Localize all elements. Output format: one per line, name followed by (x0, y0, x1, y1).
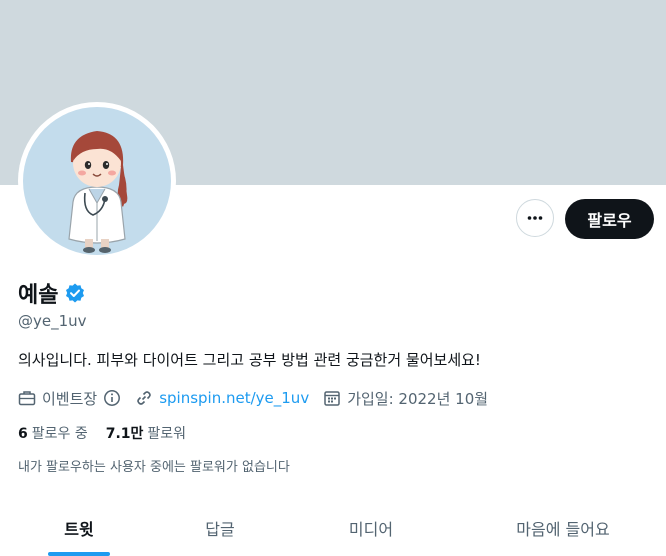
website-link[interactable]: spinspin.net/ye_1uv (159, 389, 309, 407)
briefcase-icon (18, 391, 36, 406)
doctor-avatar-illustration (68, 131, 128, 253)
tab-label: 마음에 들어요 (516, 520, 610, 539)
calendar-icon (324, 391, 340, 406)
more-options-button[interactable] (516, 199, 554, 237)
followed-by-note: 내가 팔로우하는 사용자 중에는 팔로워가 없습니다 (18, 460, 290, 475)
profile-name-row: 예솔 (18, 277, 86, 309)
active-tab-indicator (48, 552, 110, 556)
verified-badge-icon[interactable] (64, 282, 86, 304)
followers-label: 팔로워 (147, 426, 187, 442)
profile-meta: 이벤트장 spinspin.net/ye_1uv 가입일: 2022년 10월 (18, 386, 502, 410)
following-label: 팔로우 중 (31, 426, 88, 442)
profile-name: 예솔 (18, 283, 59, 308)
following-count: 6 (18, 426, 28, 442)
info-icon[interactable] (103, 389, 121, 407)
avatar[interactable] (18, 102, 176, 260)
profile-handle: @ye_1uv (18, 312, 87, 330)
tab-tweets[interactable]: 트윗 (0, 500, 158, 556)
profile-bio: 의사입니다. 피부와 다이어트 그리고 공부 방법 관련 궁금한거 물어보세요! (18, 351, 481, 369)
followers-count: 7.1만 (105, 426, 144, 442)
joined-label: 가입일: 2022년 10월 (347, 389, 489, 408)
category-label: 이벤트장 (42, 389, 98, 408)
tab-label: 답글 (205, 520, 235, 539)
following-link[interactable]: 6 팔로우 중 (18, 423, 88, 443)
category-item: 이벤트장 (18, 388, 121, 409)
joined-item: 가입일: 2022년 10월 (323, 388, 488, 409)
link-icon (137, 391, 151, 405)
tab-likes[interactable]: 마음에 들어요 (460, 500, 666, 556)
tab-label: 트윗 (64, 520, 94, 539)
tab-label: 미디어 (348, 520, 394, 539)
tab-replies[interactable]: 답글 (158, 500, 282, 556)
followers-link[interactable]: 7.1만 팔로워 (106, 423, 186, 443)
website-item: spinspin.net/ye_1uv (135, 389, 309, 407)
more-icon (527, 216, 543, 220)
follow-button[interactable]: 팔로우 (565, 199, 654, 239)
profile-tabs: 트윗 답글 미디어 마음에 들어요 (0, 500, 666, 556)
tab-media[interactable]: 미디어 (282, 500, 460, 556)
follow-stats: 6 팔로우 중 7.1만 팔로워 (18, 423, 186, 443)
